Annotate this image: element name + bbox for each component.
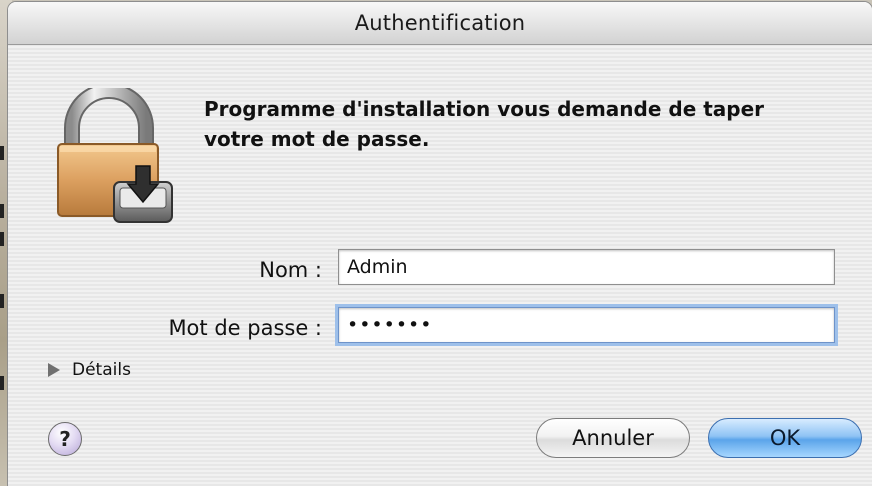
title-bar[interactable]: Authentification [8,2,872,45]
message-line: votre mot de passe. [204,127,430,151]
background-mark [0,232,4,246]
authentication-dialog: Authentification Programme d'installatio… [8,2,872,486]
ok-button[interactable]: OK [708,418,862,458]
background-mark [0,376,4,390]
disclosure-triangle-icon[interactable] [48,363,60,377]
password-label: Mot de passe : [168,316,322,340]
background-mark [0,204,4,218]
password-field[interactable] [338,307,835,343]
details-label: Détails [72,360,131,380]
name-label: Nom : [259,258,322,282]
background-mark [0,294,4,308]
lock-install-icon [57,88,173,223]
message-line: Programme d'installation vous demande de… [204,97,765,121]
cancel-button[interactable]: Annuler [536,418,690,458]
name-field[interactable] [338,249,835,285]
window-title: Authentification [354,11,526,35]
background-mark [0,146,4,160]
details-disclosure[interactable]: Détails [48,360,131,380]
help-button[interactable]: ? [48,422,82,456]
authentication-message: Programme d'installation vous demande de… [204,94,844,154]
